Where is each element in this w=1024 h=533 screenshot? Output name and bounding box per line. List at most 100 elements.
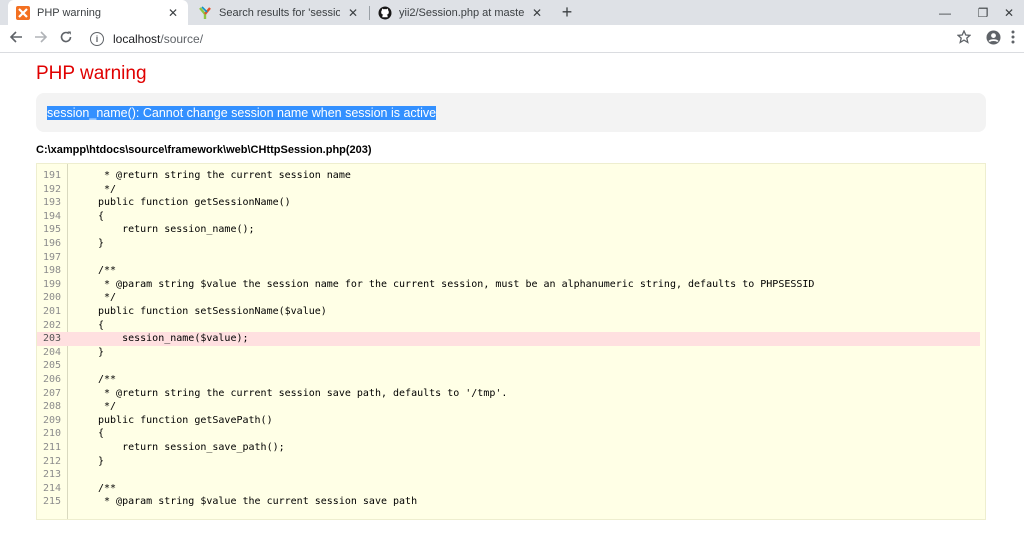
code-text: public function getSessionName()	[98, 197, 291, 209]
code-text: * @param string $value the current sessi…	[98, 496, 418, 508]
line-number: 215	[43, 496, 62, 508]
line-number: 208	[43, 401, 62, 413]
line-number: 193	[43, 197, 62, 209]
browser-toolbar: i localhost/source/	[0, 25, 1024, 53]
code-line: 192 */	[37, 183, 980, 197]
code-line: 194 {	[37, 210, 980, 224]
line-number: 199	[43, 278, 62, 290]
code-line: 212}	[37, 455, 980, 469]
close-icon[interactable]: ✕	[166, 6, 180, 20]
line-number: 198	[43, 265, 62, 277]
code-line: 208 */	[37, 400, 980, 414]
line-number: 197	[43, 251, 62, 263]
code-text: session_name($value);	[98, 333, 249, 345]
code-line: 200 */	[37, 291, 980, 305]
line-number: 192	[43, 183, 62, 195]
account-icon	[986, 30, 1001, 49]
code-line: 205	[37, 359, 980, 373]
github-icon	[378, 6, 392, 20]
code-line: 196}	[37, 237, 980, 251]
line-number: 212	[43, 455, 62, 467]
tab-title: PHP warning	[37, 6, 101, 19]
code-line: 199 * @param string $value the session n…	[37, 278, 980, 292]
more-vert-icon	[1011, 30, 1015, 48]
address-bar[interactable]: i localhost/source/	[83, 28, 983, 50]
tab-search-results[interactable]: Search results for 'session_name( ✕	[190, 0, 368, 25]
url-host: localhost	[113, 32, 161, 46]
code-text: */	[98, 292, 117, 304]
reload-icon	[59, 30, 73, 48]
tab-title: Search results for 'session_name(	[219, 6, 340, 19]
back-button[interactable]	[5, 28, 27, 50]
line-number: 203	[43, 333, 62, 345]
tab-title: yii2/Session.php at master · yiiso	[399, 6, 524, 19]
close-icon[interactable]: ✕	[530, 6, 544, 20]
code-text: {	[98, 319, 105, 331]
code-text: return session_save_path();	[98, 442, 285, 453]
code-text: }	[98, 455, 105, 467]
line-number: 209	[43, 414, 62, 426]
forward-button[interactable]	[30, 28, 52, 50]
code-text: * @return string the current session sav…	[98, 387, 508, 399]
code-line: 193 public function getSessionName()	[37, 196, 980, 210]
line-number: 200	[43, 292, 62, 304]
menu-button[interactable]	[1005, 28, 1021, 50]
tab-strip: PHP warning ✕ Search results for 'sessio…	[0, 0, 1024, 25]
error-message: session_name(): Cannot change session na…	[47, 105, 437, 120]
line-number: 202	[43, 319, 62, 331]
page-title: PHP warning	[36, 63, 147, 84]
line-number: 196	[43, 238, 62, 249]
code-text: return session_name();	[98, 224, 255, 236]
code-line: 211 return session_save_path();	[37, 441, 980, 455]
code-line: 191 * @return string the current session…	[37, 169, 980, 183]
line-number: 206	[43, 374, 62, 385]
code-text: {	[98, 210, 105, 222]
code-line: 201 public function setSessionName($value…	[37, 305, 980, 319]
new-tab-button[interactable]: +	[556, 1, 578, 23]
line-number: 211	[43, 442, 62, 453]
tab-php-warning[interactable]: PHP warning ✕	[8, 0, 188, 25]
code-line: 215 * @param string $value the current s…	[37, 495, 980, 509]
line-number: 210	[43, 428, 62, 440]
code-text: * @return string the current session nam…	[98, 170, 351, 181]
code-line: 214 /**	[37, 482, 980, 496]
line-number: 194	[43, 210, 62, 222]
code-text: public function getSavePath()	[98, 414, 273, 426]
xampp-icon	[16, 5, 30, 20]
error-message-box: session_name(): Cannot change session na…	[36, 93, 986, 132]
code-line: 207 * @return string the current session…	[37, 387, 980, 401]
code-line: 198 /**	[37, 264, 980, 278]
arrow-left-icon	[9, 30, 23, 48]
line-number: 195	[43, 224, 62, 236]
profile-button[interactable]	[982, 28, 1004, 50]
code-line: 197	[37, 251, 980, 265]
line-number: 207	[43, 387, 62, 399]
info-icon[interactable]: i	[90, 32, 104, 46]
close-window-button[interactable]: ✕	[994, 0, 1024, 25]
yii-icon	[198, 5, 212, 20]
code-text: }	[98, 346, 105, 358]
line-number: 205	[43, 360, 62, 372]
code-text: /**	[98, 265, 117, 277]
code-line: 206 /**	[37, 373, 980, 387]
code-line: 213	[37, 468, 980, 482]
reload-button[interactable]	[55, 28, 77, 50]
code-line: 202 {	[37, 319, 980, 333]
code-line: 209 public function getSavePath()	[37, 414, 980, 428]
code-text: {	[98, 428, 105, 440]
tab-github[interactable]: yii2/Session.php at master · yiiso ✕	[370, 0, 552, 25]
code-line-highlighted: 203 session_name($value);	[37, 332, 980, 346]
minimize-button[interactable]: —	[925, 0, 965, 25]
close-icon[interactable]: ✕	[346, 6, 360, 20]
line-number: 213	[43, 469, 62, 481]
code-text: */	[98, 401, 117, 413]
line-number: 214	[43, 482, 62, 494]
code-line: 204}	[37, 346, 980, 360]
bookmark-star-button[interactable]	[953, 28, 975, 50]
code-line: 210 {	[37, 427, 980, 441]
star-icon	[956, 29, 972, 48]
code-text: */	[98, 183, 117, 195]
code-text: /**	[98, 374, 117, 385]
line-number: 191	[43, 170, 62, 181]
source-file-path: C:\xampp\htdocs\source\framework\web\CHt…	[36, 144, 372, 156]
